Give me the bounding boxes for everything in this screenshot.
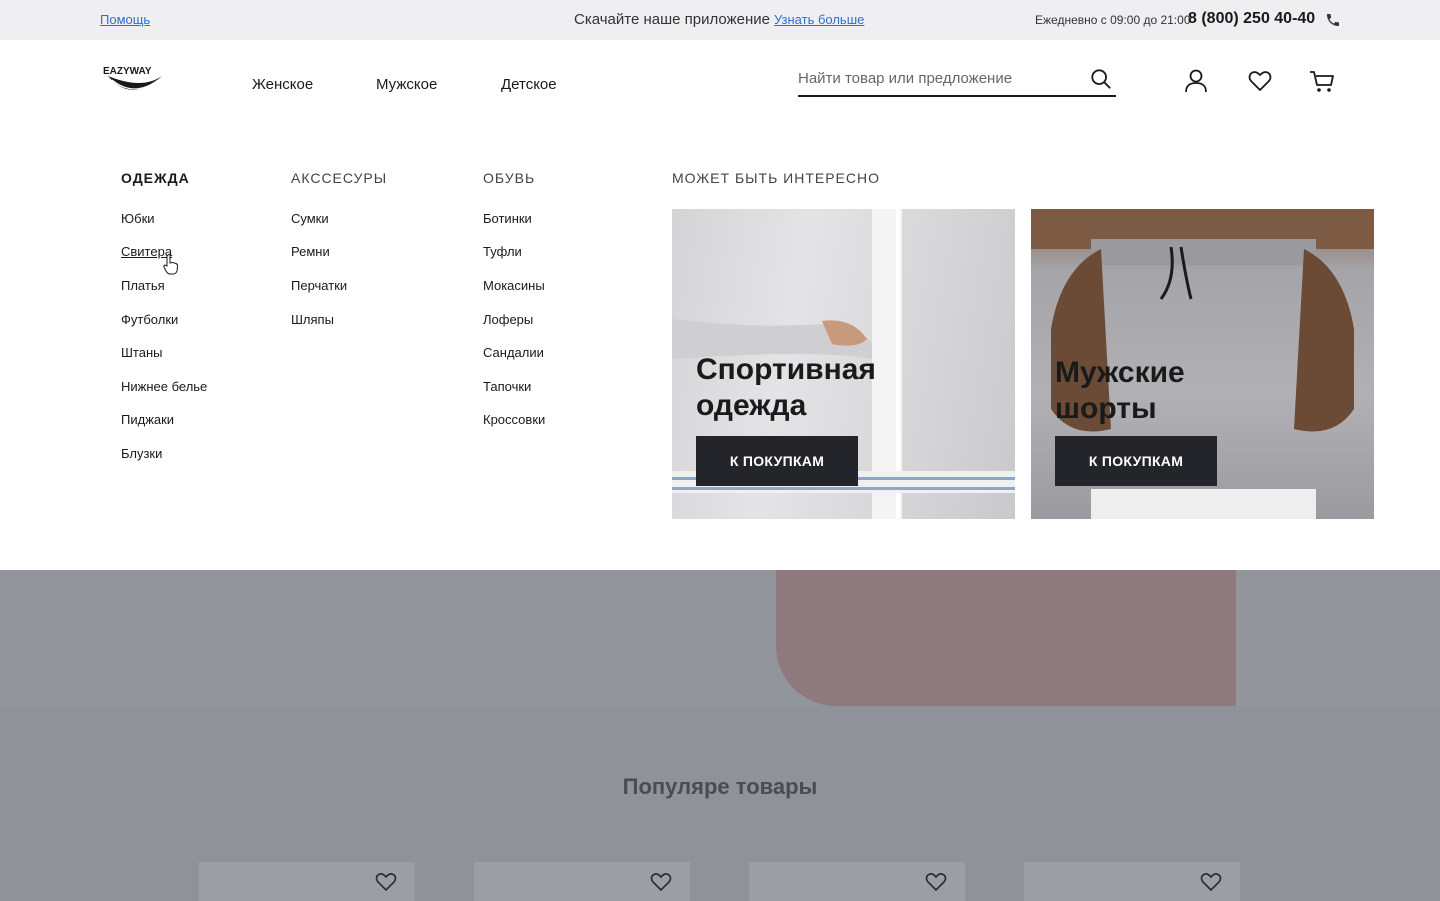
shop-now-button[interactable]: К ПОКУПКАМ bbox=[696, 436, 858, 486]
search-icon[interactable] bbox=[1090, 68, 1112, 90]
hand-cursor-icon bbox=[163, 254, 179, 275]
favorites-heart-icon[interactable] bbox=[1247, 68, 1273, 94]
learn-more-link[interactable]: Узнать больше bbox=[774, 12, 864, 27]
product-card[interactable] bbox=[474, 862, 690, 901]
featured-title: МОЖЕТ БЫТЬ ИНТЕРЕСНО bbox=[672, 170, 881, 186]
menu-item-hats[interactable]: Шляпы bbox=[291, 312, 334, 327]
shop-now-button[interactable]: К ПОКУПКАМ bbox=[1055, 436, 1217, 486]
menu-item-pants[interactable]: Штаны bbox=[121, 345, 162, 360]
menu-item-bags[interactable]: Сумки bbox=[291, 211, 329, 226]
eazyway-logo[interactable]: EAZYWAY bbox=[102, 64, 166, 100]
promo-card-mens-shorts[interactable]: Мужские шорты К ПОКУПКАМ bbox=[1031, 209, 1374, 519]
phone-number[interactable]: 8 (800) 250 40-40 bbox=[1188, 10, 1315, 28]
search-bar bbox=[798, 62, 1116, 97]
favorite-heart-icon[interactable] bbox=[1200, 872, 1222, 892]
product-card[interactable] bbox=[199, 862, 415, 901]
menu-item-heels[interactable]: Туфли bbox=[483, 244, 522, 259]
page-content-dimmed: Популяре товары bbox=[0, 570, 1440, 901]
menu-item-sneakers[interactable]: Кроссовки bbox=[483, 412, 545, 427]
hero-banner bbox=[0, 570, 1440, 706]
category-clothing-title[interactable]: ОДЕЖДА bbox=[121, 170, 190, 186]
svg-text:EAZYWAY: EAZYWAY bbox=[103, 66, 152, 77]
top-bar: Помощь Скачайте наше приложение Узнать б… bbox=[0, 0, 1440, 40]
menu-item-boots[interactable]: Ботинки bbox=[483, 211, 532, 226]
menu-item-sandals[interactable]: Сандалии bbox=[483, 345, 544, 360]
nav-kids[interactable]: Детское bbox=[501, 76, 557, 93]
card-title: Мужские шорты bbox=[1055, 356, 1185, 425]
promo-card-sportswear[interactable]: Спортивная одежда К ПОКУПКАМ bbox=[672, 209, 1015, 519]
menu-item-blouses[interactable]: Блузки bbox=[121, 446, 162, 461]
hero-image bbox=[776, 570, 1236, 706]
popular-products-title: Популяре товары bbox=[622, 774, 818, 799]
help-link[interactable]: Помощь bbox=[100, 12, 150, 27]
favorite-heart-icon[interactable] bbox=[375, 872, 397, 892]
menu-item-loafers[interactable]: Лоферы bbox=[483, 312, 533, 327]
category-accessories-title[interactable]: АКССЕСУРЫ bbox=[291, 170, 387, 186]
nav-men[interactable]: Мужское bbox=[376, 76, 437, 93]
app-promo-text: Скачайте наше приложение bbox=[574, 11, 770, 28]
menu-item-tshirts[interactable]: Футболки bbox=[121, 312, 178, 327]
menu-item-underwear[interactable]: Нижнее белье bbox=[121, 379, 207, 394]
product-card[interactable] bbox=[1024, 862, 1240, 901]
account-icon[interactable] bbox=[1183, 68, 1209, 94]
nav-women[interactable]: Женское bbox=[252, 76, 313, 93]
header: EAZYWAY Женское Мужское Детское bbox=[0, 40, 1440, 130]
menu-item-belts[interactable]: Ремни bbox=[291, 244, 330, 259]
favorite-heart-icon[interactable] bbox=[650, 872, 672, 892]
menu-item-dresses[interactable]: Платья bbox=[121, 278, 165, 293]
menu-item-moccasins[interactable]: Мокасины bbox=[483, 278, 545, 293]
category-shoes-title[interactable]: ОБУВЬ bbox=[483, 170, 535, 186]
working-hours: Ежедневно с 09:00 до 21:00 bbox=[1035, 13, 1191, 27]
menu-item-skirts[interactable]: Юбки bbox=[121, 211, 155, 226]
card-title: Спортивная одежда bbox=[696, 353, 876, 422]
menu-item-jackets[interactable]: Пиджаки bbox=[121, 412, 174, 427]
menu-item-slippers[interactable]: Тапочки bbox=[483, 379, 531, 394]
menu-item-gloves[interactable]: Перчатки bbox=[291, 278, 347, 293]
search-input[interactable] bbox=[798, 62, 1078, 94]
product-card[interactable] bbox=[749, 862, 965, 901]
cart-icon[interactable] bbox=[1309, 68, 1335, 94]
phone-icon[interactable] bbox=[1325, 12, 1341, 28]
favorite-heart-icon[interactable] bbox=[925, 872, 947, 892]
